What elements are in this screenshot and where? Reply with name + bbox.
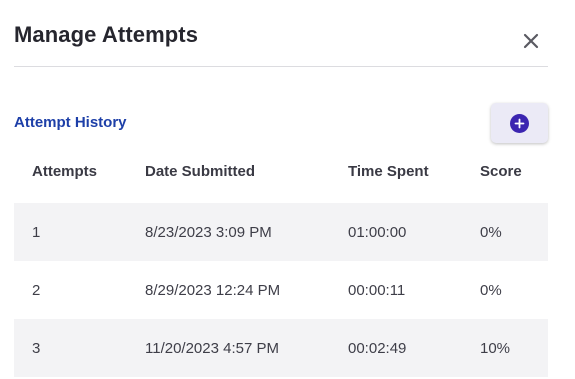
time-spent: 00:02:49 (348, 339, 407, 357)
table-row[interactable]: 1 8/23/2023 3:09 PM 01:00:00 0% (14, 203, 548, 261)
plus-circle-icon (510, 113, 529, 133)
attempt-number: 2 (32, 281, 41, 299)
close-button[interactable] (520, 30, 542, 52)
manage-attempts-dialog: Manage Attempts Attempt History Attempts… (0, 0, 575, 379)
score: 0% (480, 223, 502, 241)
date-submitted: 8/23/2023 3:09 PM (145, 223, 272, 241)
table-row[interactable]: 2 8/29/2023 12:24 PM 00:00:11 0% (14, 261, 548, 319)
header-time-spent: Time Spent (348, 163, 429, 180)
section-title: Attempt History (14, 114, 127, 131)
dialog-title: Manage Attempts (14, 22, 199, 47)
date-submitted: 11/20/2023 4:57 PM (145, 339, 279, 357)
dialog-header: Manage Attempts (14, 0, 548, 67)
attempt-history-table: Attempts Date Submitted Time Spent Score… (14, 145, 548, 377)
header-attempts: Attempts (32, 163, 98, 180)
add-attempt-button[interactable] (491, 103, 548, 143)
table-header-row: Attempts Date Submitted Time Spent Score (14, 145, 548, 203)
attempt-number: 3 (32, 339, 41, 357)
score: 10% (480, 339, 511, 357)
score: 0% (480, 281, 502, 299)
attempt-number: 1 (32, 223, 41, 241)
time-spent: 01:00:00 (348, 223, 407, 241)
time-spent: 00:00:11 (348, 281, 406, 299)
close-icon (523, 33, 539, 49)
header-date-submitted: Date Submitted (145, 163, 256, 180)
header-score: Score (480, 163, 522, 180)
date-submitted: 8/29/2023 12:24 PM (145, 281, 281, 299)
table-row[interactable]: 3 11/20/2023 4:57 PM 00:02:49 10% (14, 319, 548, 377)
